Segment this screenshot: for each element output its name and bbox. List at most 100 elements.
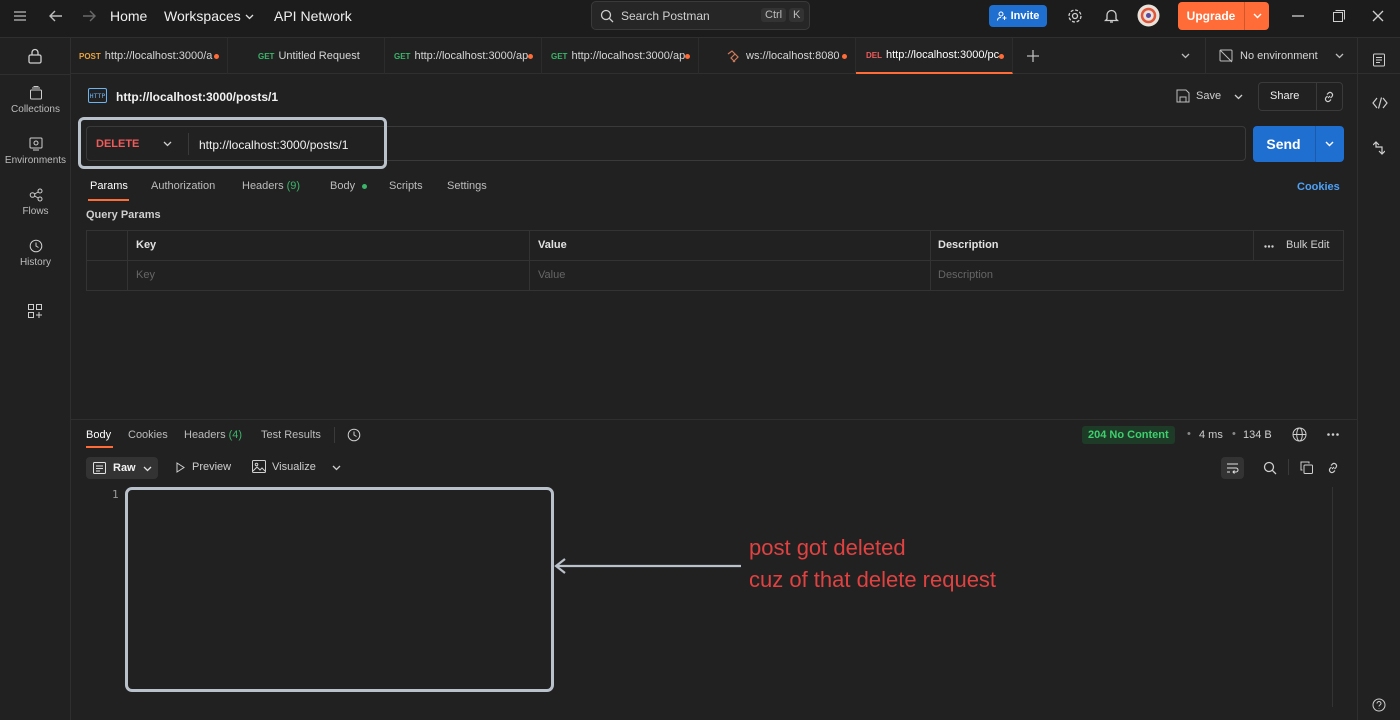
chevron-down-icon[interactable] [1234,94,1243,100]
tab-title: Untitled Request [278,50,360,62]
chevron-down-icon[interactable] [245,14,254,20]
chevron-down-icon[interactable] [1335,53,1344,59]
tab-response-cookies[interactable]: Cookies [128,429,168,441]
restore-icon[interactable] [1333,10,1345,22]
tab-get-request-2[interactable]: GET http://localhost:3000/ap [542,38,699,74]
invite-button[interactable]: Invite [989,5,1047,27]
history-icon[interactable] [347,428,361,442]
invite-label: Invite [1010,10,1040,22]
status-badge[interactable]: 204 No Content [1082,426,1175,444]
add-user-icon [996,11,1007,21]
minimize-icon[interactable] [1292,15,1304,17]
chevron-down-icon[interactable] [1325,141,1334,147]
add-module-icon[interactable] [28,304,42,318]
link-icon[interactable] [1322,90,1336,104]
help-icon[interactable] [1372,698,1386,712]
request-tabs: POST http://localhost:3000/a GET Untitle… [71,38,1357,74]
http-icon: HTTP [88,88,107,103]
save-icon[interactable] [1176,89,1190,103]
environment-selector[interactable]: No environment [1240,50,1318,62]
tab-label: Headers [242,180,284,192]
tab-title: http://localhost:3000/pc [886,49,1000,61]
globe-icon[interactable] [1292,427,1307,442]
tab-response-headers[interactable]: Headers (4) [184,429,242,441]
send-button[interactable]: Send [1253,136,1314,152]
collections-icon [29,86,42,100]
docs-icon[interactable] [1372,53,1386,67]
response-size[interactable]: 134 B [1243,429,1272,441]
chevron-down-icon[interactable] [1245,13,1269,19]
key-input[interactable]: Key [136,269,155,281]
upgrade-button[interactable]: Upgrade [1178,2,1269,30]
tab-untitled-request[interactable]: GET Untitled Request [228,38,385,74]
chevron-down-icon[interactable] [1181,53,1190,59]
save-button[interactable]: Save [1196,90,1221,102]
bell-icon[interactable] [1104,8,1119,24]
visualize-button[interactable]: Visualize [272,461,316,473]
method-label: DEL [866,50,882,60]
editor-scrollbar[interactable] [1332,487,1333,707]
chevron-down-icon[interactable] [332,465,341,471]
tab-params[interactable]: Params [90,180,128,192]
unsaved-dot [685,54,690,59]
wrap-lines-button[interactable] [1221,457,1244,479]
tab-delete-request[interactable]: DEL http://localhost:3000/pc [856,38,1013,74]
value-input[interactable]: Value [538,269,565,281]
description-input[interactable]: Description [938,269,993,281]
column-header-value: Value [538,239,567,251]
more-options-icon[interactable] [1327,433,1339,436]
tab-post-request[interactable]: POST http://localhost:3000/a [71,38,228,74]
shortcut-k: K [789,8,805,22]
link-icon[interactable] [1326,461,1340,475]
unsaved-dot [842,54,847,59]
query-params-title: Query Params [86,209,161,221]
forward-arrow-icon[interactable] [82,10,96,22]
format-selector[interactable]: Raw [86,457,158,479]
right-sidebar [1357,38,1400,720]
home-link[interactable]: Home [110,8,147,24]
related-icon[interactable] [1373,141,1385,155]
tab-response-body[interactable]: Body [86,429,111,441]
preview-button[interactable]: Preview [192,461,231,473]
share-button[interactable]: Share [1270,90,1299,102]
shortcut-ctrl: Ctrl [761,8,787,22]
tab-headers[interactable]: Headers (9) [242,180,300,192]
tab-body[interactable]: Body [330,180,355,192]
response-time[interactable]: 4 ms [1199,429,1223,441]
search-icon[interactable] [1263,461,1277,475]
sidebar-item-flows[interactable]: Flows [0,188,71,217]
plus-icon[interactable] [1027,50,1039,62]
sidebar-item-label: Environments [4,155,67,166]
sidebar-item-collections[interactable]: Collections [0,86,71,115]
back-arrow-icon[interactable] [49,10,63,22]
search-bar[interactable]: Search Postman Ctrl K [591,1,810,30]
pane-divider[interactable] [71,419,1357,420]
request-name[interactable]: http://localhost:3000/posts/1 [116,90,278,104]
bulk-edit-button[interactable]: Bulk Edit [1286,239,1329,251]
method-label: GET [258,51,275,61]
websocket-icon [727,49,739,62]
api-network-link[interactable]: API Network [274,8,352,24]
workspaces-menu[interactable]: Workspaces [164,8,241,24]
close-icon[interactable] [1372,10,1384,22]
menu-icon[interactable] [14,11,26,21]
sidebar-item-environments[interactable]: Environments [0,137,71,166]
tab-websocket[interactable]: ws://localhost:8080 [699,38,856,74]
lock-icon[interactable] [28,48,42,64]
code-icon[interactable] [1372,97,1388,109]
sidebar-item-history[interactable]: History [0,239,71,268]
avatar[interactable] [1137,4,1160,27]
column-header-key: Key [136,239,157,251]
tab-test-results[interactable]: Test Results [261,429,321,441]
tab-get-request-1[interactable]: GET http://localhost:3000/ap [385,38,542,74]
method-label: POST [79,51,101,61]
tab-scripts[interactable]: Scripts [389,180,423,192]
environments-icon [29,137,42,151]
copy-icon[interactable] [1300,461,1313,474]
more-options-icon[interactable] [1264,245,1274,248]
gear-icon[interactable] [1067,8,1083,24]
tab-settings[interactable]: Settings [447,180,487,192]
cookies-link[interactable]: Cookies [1297,181,1340,193]
upgrade-label: Upgrade [1186,9,1236,23]
tab-authorization[interactable]: Authorization [151,180,215,192]
